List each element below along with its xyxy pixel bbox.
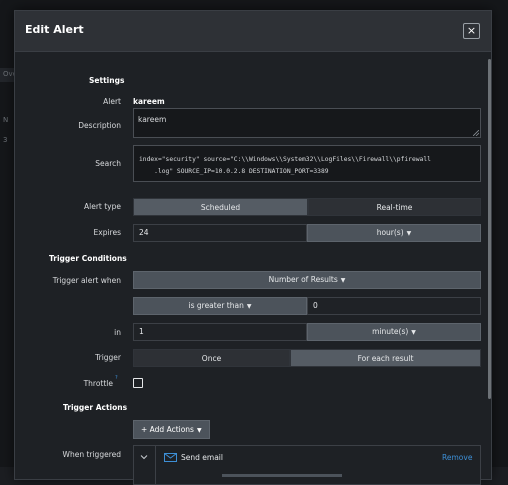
background-tab: Ove — [0, 68, 17, 82]
email-icon — [164, 453, 177, 462]
chevron-down-icon: ▼ — [411, 329, 416, 336]
modal-header: Edit Alert × — [15, 11, 491, 52]
trigger-conditions-section-title: Trigger Conditions — [49, 254, 127, 263]
add-actions-button[interactable]: + Add Actions ▼ — [133, 420, 210, 439]
expires-label: Expires — [93, 228, 121, 237]
alert-type-realtime-button[interactable]: Real-time — [308, 198, 481, 216]
alert-name-value: kareem — [133, 97, 165, 106]
threshold-input[interactable]: 0 — [307, 297, 481, 315]
action-divider — [155, 446, 156, 484]
expires-input[interactable]: 24 — [133, 224, 307, 242]
chevron-down-icon[interactable] — [140, 454, 148, 460]
chevron-down-icon: ▼ — [406, 230, 412, 237]
trigger-alert-when-label: Trigger alert when — [52, 276, 121, 285]
chevron-down-icon: ▼ — [196, 427, 202, 434]
resize-grip-icon[interactable] — [473, 130, 479, 136]
trigger-once-button[interactable]: Once — [133, 349, 290, 367]
chevron-down-icon: ▼ — [246, 303, 252, 310]
comparator-label: is greater than — [188, 301, 244, 310]
alert-label: Alert — [103, 97, 121, 106]
close-button[interactable]: × — [463, 23, 480, 39]
modal-title: Edit Alert — [25, 23, 84, 36]
edit-alert-modal: Edit Alert × Settings Alert kareem Descr… — [14, 10, 492, 485]
in-label: in — [114, 328, 121, 337]
throttle-label: Throttle — [83, 379, 113, 388]
modal-body: Settings Alert kareem Description kareem… — [15, 52, 491, 485]
background-fragment: N — [3, 116, 9, 124]
trigger-condition-label: Number of Results — [268, 275, 338, 284]
description-field[interactable]: kareem — [133, 108, 481, 138]
trigger-for-each-result-button[interactable]: For each result — [290, 349, 481, 367]
throttle-help-icon[interactable]: ? — [115, 375, 118, 381]
action-detail-bar — [222, 474, 342, 477]
search-query-field[interactable]: index="security" source="C:\\Windows\\Sy… — [133, 145, 481, 182]
expires-unit-label: hour(s) — [376, 228, 404, 237]
trigger-condition-dropdown[interactable]: Number of Results ▼ — [133, 271, 481, 289]
chevron-down-icon: ▼ — [340, 277, 346, 284]
add-actions-label: + Add Actions — [141, 425, 194, 434]
search-label: Search — [95, 159, 121, 168]
alert-type-label: Alert type — [84, 202, 121, 211]
in-value-input[interactable]: 1 — [133, 323, 307, 341]
email-action-panel: Send email Remove — [133, 445, 481, 485]
throttle-checkbox[interactable] — [133, 378, 143, 388]
settings-section-title: Settings — [89, 76, 125, 85]
alert-type-scheduled-button[interactable]: Scheduled — [133, 198, 308, 216]
trigger-actions-section-title: Trigger Actions — [63, 403, 128, 412]
when-triggered-label: When triggered — [62, 450, 121, 459]
expires-unit-dropdown[interactable]: hour(s) ▼ — [307, 224, 481, 242]
remove-action-link[interactable]: Remove — [442, 453, 472, 462]
description-label: Description — [78, 121, 121, 130]
description-value: kareem — [138, 115, 167, 124]
comparator-dropdown[interactable]: is greater than ▼ — [133, 297, 307, 315]
modal-scrollbar-thumb[interactable] — [488, 59, 491, 399]
in-unit-label: minute(s) — [372, 327, 409, 336]
in-unit-dropdown[interactable]: minute(s) ▼ — [307, 323, 481, 341]
trigger-label: Trigger — [95, 353, 121, 362]
background-fragment: 3 — [3, 136, 8, 144]
send-email-action-label: Send email — [181, 453, 223, 462]
